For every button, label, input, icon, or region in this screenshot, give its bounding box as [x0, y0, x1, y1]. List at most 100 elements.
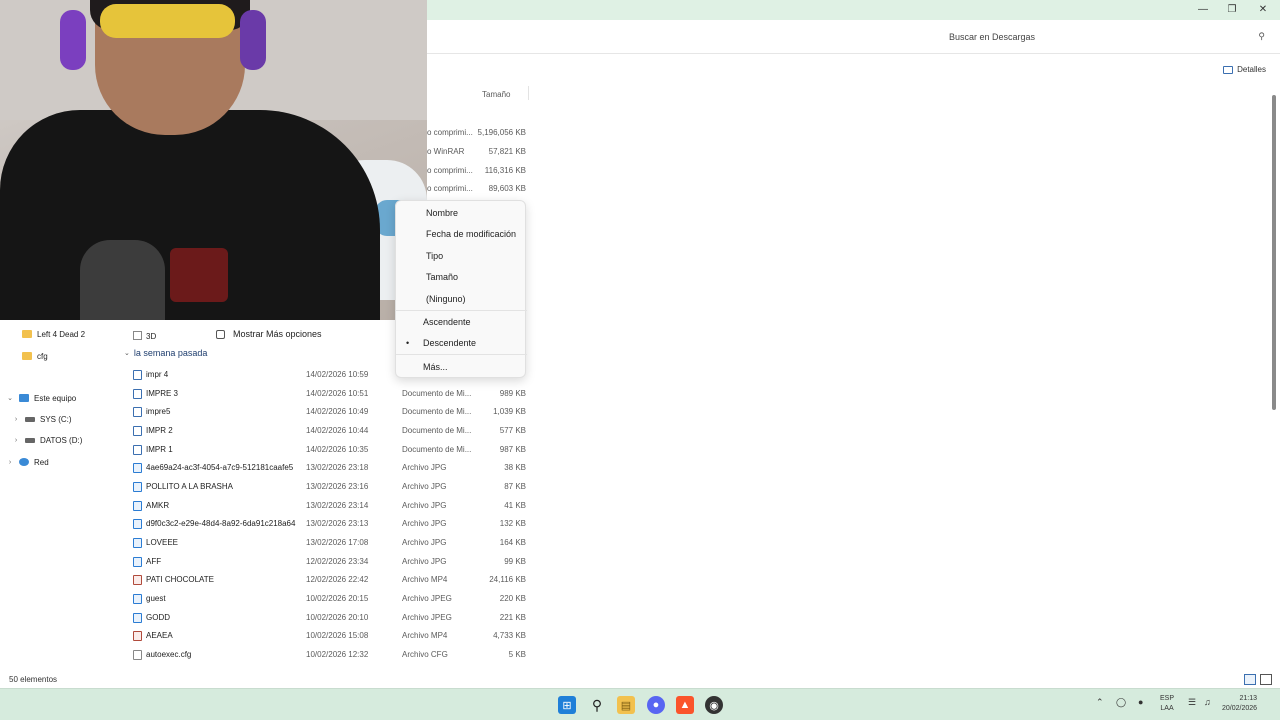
- wifi-icon[interactable]: ☰: [1188, 697, 1196, 708]
- file-date: 13/02/2026 17:08: [306, 538, 369, 547]
- sidebar-item-left4dead2[interactable]: Left 4 Dead 2: [22, 325, 85, 343]
- file-name: 4ae69a24-ac3f-4054-a7c9-512181caafe5: [146, 463, 294, 472]
- menu-separator: [396, 310, 527, 311]
- menu-item-ascending[interactable]: Ascendente: [396, 312, 527, 332]
- chevron-down-icon[interactable]: ⌄: [6, 394, 14, 402]
- address-bar: Buscar en Descargas ⚲: [427, 20, 1280, 54]
- close-button[interactable]: ✕: [1253, 2, 1273, 18]
- table-row[interactable]: IMPRE 3 14/02/2026 10:51 Documento de Mi..…: [130, 385, 530, 403]
- table-row[interactable]: AFF 12/02/2026 23:34 Archivo JPG 99 KB: [130, 553, 530, 571]
- table-row[interactable]: o WinRAR 57,821 KB: [427, 143, 530, 161]
- sort-by-menu: Nombre Fecha de modificación Tipo Tamaño…: [395, 200, 527, 378]
- menu-item-name[interactable]: Nombre: [396, 203, 527, 223]
- show-more-options-item[interactable]: Mostrar Más opciones: [206, 324, 392, 344]
- volume-icon[interactable]: ♫: [1204, 697, 1211, 707]
- file-explorer-icon[interactable]: ▤: [617, 696, 635, 714]
- table-row[interactable]: AEAEA 10/02/2026 15:08 Archivo MP4 4,733 KB: [130, 627, 530, 645]
- search-icon[interactable]: ⚲: [1258, 31, 1265, 42]
- file-name: IMPRE 3: [146, 389, 179, 398]
- menu-item-descending[interactable]: • Descendente: [396, 333, 527, 353]
- chevron-right-icon[interactable]: ›: [12, 437, 20, 444]
- clock-time: 21:13: [1239, 695, 1258, 702]
- chevron-down-icon[interactable]: ⌄: [124, 349, 130, 357]
- details-button[interactable]: Detalles: [1223, 65, 1266, 74]
- brave-browser-icon[interactable]: ▲: [676, 696, 694, 714]
- table-row[interactable]: LOVEEE 13/02/2026 17:08 Archivo JPG 164 KB: [130, 534, 530, 552]
- file-type: Archivo MP4: [402, 575, 448, 584]
- sidebar-item-este-equipo[interactable]: ⌄ Este equipo: [6, 389, 76, 407]
- jpg-file-icon: [133, 613, 142, 623]
- table-row[interactable]: AMKR 13/02/2026 23:14 Archivo JPG 41 KB: [130, 497, 530, 515]
- discord-icon[interactable]: ●: [647, 696, 665, 714]
- search-input[interactable]: Buscar en Descargas ⚲: [949, 28, 1279, 48]
- file-size: 38 KB: [504, 463, 526, 472]
- file-name: POLLITO A LA BRASHA: [146, 482, 234, 491]
- doc-file-icon: [133, 426, 142, 436]
- file-type: Archivo JPG: [402, 482, 447, 491]
- menu-item-label: Ascendente: [423, 317, 471, 327]
- maximize-button[interactable]: ❐: [1222, 2, 1242, 18]
- lang-top: ESP: [1160, 695, 1175, 702]
- sidebar-item-cfg[interactable]: cfg: [22, 347, 48, 365]
- file-type: Archivo JPEG: [402, 613, 452, 622]
- minimize-button[interactable]: —: [1193, 2, 1213, 18]
- menu-item-type[interactable]: Tipo: [396, 246, 527, 266]
- file-date: 12/02/2026 23:34: [306, 557, 369, 566]
- table-row[interactable]: 4ae69a24-ac3f-4054-a7c9-512181caafe5 13/0…: [130, 459, 530, 477]
- table-row[interactable]: GODD 10/02/2026 20:10 Archivo JPEG 221 KB: [130, 609, 530, 627]
- vertical-scrollbar[interactable]: [1272, 95, 1276, 410]
- tiles-view-icon[interactable]: [1260, 674, 1272, 685]
- table-row[interactable]: o comprimi... 116,316 KB: [427, 162, 530, 180]
- clock[interactable]: 21:13 20/02/2026: [1222, 694, 1257, 714]
- menu-item-label: Fecha de modificación: [426, 229, 517, 239]
- jpg-file-icon: [133, 501, 142, 511]
- file-type: Archivo JPG: [402, 538, 447, 547]
- sidebar-item-sys-c[interactable]: › SYS (C:): [12, 410, 72, 428]
- file-name: AFF: [146, 557, 162, 566]
- column-header-size[interactable]: Tamaño: [482, 90, 510, 99]
- table-row[interactable]: IMPR 2 14/02/2026 10:44 Documento de Mi...…: [130, 422, 530, 440]
- doc-file-icon: [133, 407, 142, 417]
- microphone-icon[interactable]: ●: [1138, 697, 1143, 707]
- file-size: 987 KB: [499, 445, 526, 454]
- menu-item-more[interactable]: Más...: [396, 357, 527, 377]
- chevron-right-icon[interactable]: ›: [6, 459, 14, 466]
- table-row[interactable]: o comprimi... 5,196,056 KB: [427, 124, 530, 142]
- table-row[interactable]: o comprimi... 89,603 KB: [427, 180, 530, 198]
- file-name: LOVEEE: [146, 538, 179, 547]
- table-row[interactable]: IMPR 1 14/02/2026 10:35 Documento de Mi...…: [130, 441, 530, 459]
- chevron-up-icon[interactable]: ⌃: [1096, 697, 1104, 708]
- language-indicator[interactable]: ESP LAA: [1160, 694, 1174, 714]
- table-row[interactable]: POLLITO A LA BRASHA 13/02/2026 23:16 Archi…: [130, 478, 530, 496]
- doc-file-icon: [133, 370, 142, 380]
- sidebar-item-red[interactable]: › Red: [6, 453, 49, 471]
- table-row[interactable]: guest 10/02/2026 20:15 Archivo JPEG 220 KB: [130, 590, 530, 608]
- menu-item-size[interactable]: Tamaño: [396, 267, 527, 287]
- file-type: Archivo JPG: [402, 501, 447, 510]
- search-icon[interactable]: ⚲: [588, 696, 606, 714]
- sidebar-item-datos-d[interactable]: › DATOS (D:): [12, 431, 83, 449]
- file-size: 87 KB: [504, 482, 526, 491]
- file-name: autoexec.cfg: [146, 650, 192, 659]
- menu-separator: [396, 354, 527, 355]
- chevron-right-icon[interactable]: ›: [12, 416, 20, 423]
- table-row[interactable]: autoexec.cfg 10/02/2026 12:32 Archivo CFG 5…: [130, 646, 530, 664]
- file-size: 164 KB: [499, 538, 526, 547]
- drive-icon: [25, 416, 35, 422]
- list-item[interactable]: 3D: [130, 328, 210, 344]
- menu-item-none[interactable]: (Ninguno): [396, 289, 527, 309]
- details-view-icon[interactable]: [1244, 674, 1256, 685]
- table-row[interactable]: d9f0c3c2-e29e-48d4-8a92-6da91c218a64 13/0…: [130, 515, 530, 533]
- file-size: 132 KB: [499, 519, 526, 528]
- table-row[interactable]: PATI CHOCOLATE 12/02/2026 22:42 Archivo MP…: [130, 571, 530, 589]
- file-size: 220 KB: [499, 594, 526, 603]
- menu-item-date-modified[interactable]: Fecha de modificación: [396, 224, 527, 244]
- start-windows-icon[interactable]: ⊞: [558, 696, 576, 714]
- table-row[interactable]: impre5 14/02/2026 10:49 Documento de Mi...…: [130, 403, 530, 421]
- network-tray-icon[interactable]: ◯: [1116, 697, 1126, 708]
- column-divider[interactable]: [528, 86, 529, 100]
- group-header[interactable]: ⌄ la semana pasada: [124, 348, 207, 358]
- file-type: o comprimi...: [427, 166, 473, 175]
- sidebar-item-label: Este equipo: [34, 393, 77, 403]
- steam-icon[interactable]: ◉: [705, 696, 723, 714]
